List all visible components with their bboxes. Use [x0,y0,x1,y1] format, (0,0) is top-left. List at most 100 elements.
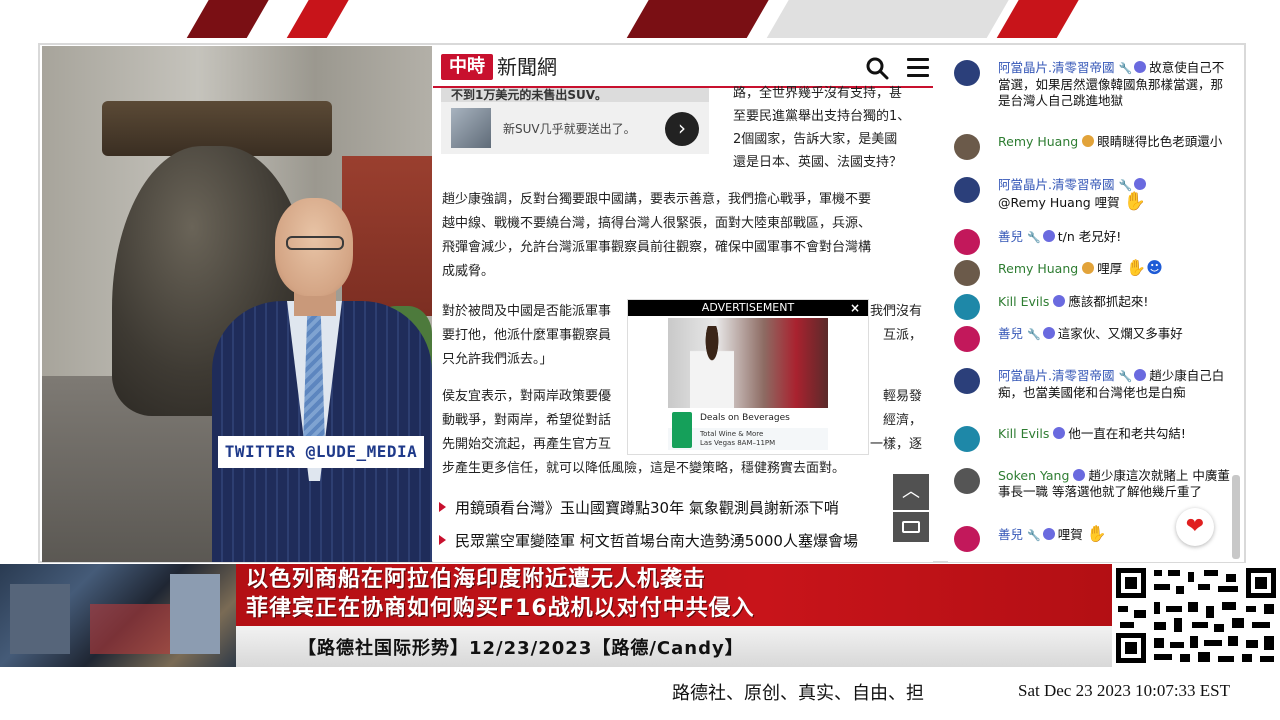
chat-message: Remy Huang 眼睛瞇得比色老頭還小 [954,134,1234,160]
chat-author[interactable]: Remy Huang [998,261,1078,276]
chat-avatar[interactable] [954,426,980,452]
host-video[interactable] [42,46,432,562]
para-line: 飛彈會減少，允許台灣派軍事觀察員前往觀察，確保中國軍事不會對台灣構 [442,240,872,255]
article-paragraph-1: 趙少康強調，反對台獨要跟中國講，要表示善意，我們擔心戰爭，軍機不要 越中線、戰機… [442,188,922,284]
ad-title[interactable]: Deals on Beverages [668,410,828,426]
member-badge-icon [1073,469,1086,481]
para-segment: 我們沒有 [869,304,922,319]
para-segment: 要打他，他派什麼軍事觀察員 [442,328,612,343]
ad-label-bar: ADVERTISEMENT × [628,300,868,316]
chat-author[interactable]: 阿當晶片.清零習帝國 [998,60,1114,75]
search-icon[interactable] [865,56,889,80]
member-badge-icon [1042,230,1055,242]
para-segment: 先開始交流起，再產生官方互 [442,437,612,452]
side-line: 至要民進黨舉出支持台獨的1、 [733,109,911,124]
member-badge-icon [1134,178,1147,190]
waving-hand-emoji-icon: ✋ [1126,258,1147,277]
promo-thumbnail [451,108,491,148]
ad-store-hours: Las Vegas 8AM–11PM [700,439,776,447]
chat-avatar[interactable] [954,526,980,552]
chat-avatar[interactable] [954,229,980,255]
chat-avatar[interactable] [954,326,980,352]
waving-hand-emoji-icon: ✋ [1086,524,1107,543]
program-banner: 【路德社国际形势】12/23/2023【路德/Candy】 [236,626,1112,667]
chat-message: 阿當晶片.清零習帝國 🔧 趙少康自己白痴，也當美國佬和台灣佬也是白痴 [954,368,1234,401]
twitter-handle-text: TWITTER @LUDE_MEDIA [224,442,418,461]
para-segment: 動戰爭，對兩岸，希望從對話 [442,413,612,428]
qr-code[interactable] [1112,564,1280,667]
related-link-2[interactable]: 民眾黨空軍變陸軍 柯文哲首場台南大造勢湧5000人塞爆會場 [439,531,931,551]
member-badge-icon [1042,327,1055,339]
related-link-1[interactable]: 用鏡頭看台灣》玉山國寶蹲點30年 氣象觀測員謝新添下哨 [439,498,931,518]
chat-author[interactable]: 善兒 [998,527,1023,542]
comment-button[interactable] [893,512,929,542]
chat-text: 哩厚 [1097,261,1123,276]
bullet-triangle-icon [439,502,446,512]
video-building [342,156,432,316]
waving-hand-emoji-icon: ✋ [1123,191,1147,212]
chat-avatar[interactable] [954,294,980,320]
ad-label: ADVERTISEMENT [701,301,795,314]
live-chat: 阿當晶片.清零習帝國 🔧 故意使自己不當選，如果居然還像韓國魚那樣當選，那是台灣人自… [948,46,1244,562]
ad-close-icon[interactable]: × [850,300,860,316]
chat-author[interactable]: Remy Huang [998,134,1078,149]
program-title: 【路德社国际形势】12/23/2023【路德/Candy】 [298,638,744,659]
moderator-wrench-icon: 🔧 [1027,529,1041,542]
heart-reaction-icon[interactable]: ❤ [1176,508,1214,546]
chat-text: 他一直在和老共勾結! [1068,426,1186,441]
related-link-text: 用鏡頭看台灣》玉山國寶蹲點30年 氣象觀測員謝新添下哨 [455,499,839,517]
chat-avatar[interactable] [954,177,980,203]
scroll-to-top-button[interactable]: ︿ [893,474,929,510]
moderator-wrench-icon: 🔧 [1118,370,1133,383]
chat-author[interactable]: 阿當晶片.清零習帝國 [998,368,1114,383]
headline-banner: 以色列商船在阿拉伯海印度附近遭无人机袭击 菲律宾正在协商如何购买F16战机以对付… [236,564,1112,626]
chat-author[interactable]: Kill Evils [998,294,1049,309]
promo-headline: 不到1万美元的未售出SUV。 [441,88,709,102]
chat-avatar[interactable] [954,468,980,494]
chat-text: @Remy Huang 哩賀 [998,195,1120,210]
side-line: 路，全世界幾乎沒有支持，甚 [733,86,903,101]
chat-author[interactable]: 善兒 [998,229,1023,244]
advertisement-popup[interactable]: ADVERTISEMENT × Deals on Beverages Total… [628,300,868,454]
news-thumbnail [0,564,236,667]
para-line: 步產生更多信任，就可以降低風險，這是不變策略，穩健務實去面對。 [442,461,846,476]
chat-author[interactable]: 善兒 [998,326,1023,341]
headline-1: 以色列商船在阿拉伯海印度附近遭无人机袭击 [246,567,707,592]
chat-text: 應該都抓起來! [1068,294,1149,309]
member-badge-icon [1082,135,1095,147]
member-badge-icon [1134,369,1147,381]
chat-author[interactable]: Soken Yang [998,468,1069,483]
chat-avatar[interactable] [954,368,980,394]
chat-avatar[interactable] [954,60,980,86]
member-badge-icon [1053,295,1066,307]
chat-text: t/n 老兄好! [1057,229,1122,244]
para-line: 成威脅。 [442,264,495,279]
site-logo-text[interactable]: 新聞網 [497,54,557,80]
chat-text: 眼睛瞇得比色老頭還小 [1097,134,1223,149]
laughing-emoji-icon: ☻ [1146,258,1163,277]
chat-text: 這家伙、又爛又多事好 [1057,326,1183,341]
ad-person [690,326,734,408]
chat-author[interactable]: 阿當晶片.清零習帝國 [998,177,1114,192]
chat-message: 善兒 🔧 這家伙、又爛又多事好 [954,326,1234,352]
para-segment: 侯友宜表示，對兩岸政策要優 [442,389,612,404]
site-logo-mark[interactable]: 中時 [441,54,493,80]
ad-details[interactable]: Total Wine & More Las Vegas 8AM–11PM [668,428,828,450]
promo-text: 新SUV几乎就要送出了。 [503,122,636,136]
para-segment: 對於被問及中國是否能派軍事 [442,304,612,319]
chat-avatar[interactable] [954,260,980,286]
chat-message: Kill Evils 他一直在和老共勾結! [954,426,1234,452]
chat-scrollbar[interactable] [1232,475,1240,559]
chat-author[interactable]: Kill Evils [998,426,1049,441]
chat-avatar[interactable] [954,134,980,160]
host-glasses [286,236,344,250]
ad-store-logo [672,412,692,448]
para-line: 越中線、戰機不要繞台灣，搞得台灣人很緊張，面對大陸東部戰區，兵源、 [442,216,872,231]
para-segment: 一樣，逐 [869,437,922,452]
comment-icon [902,521,920,533]
chat-message: 善兒 🔧 t/n 老兄好! [954,229,1234,255]
side-line: 還是日本、英國、法國支持？ [733,155,903,170]
hamburger-menu-icon[interactable] [907,58,929,78]
chat-message: Kill Evils 應該都抓起來! [954,294,1234,320]
promo-next-arrow-icon[interactable]: › [665,112,699,146]
